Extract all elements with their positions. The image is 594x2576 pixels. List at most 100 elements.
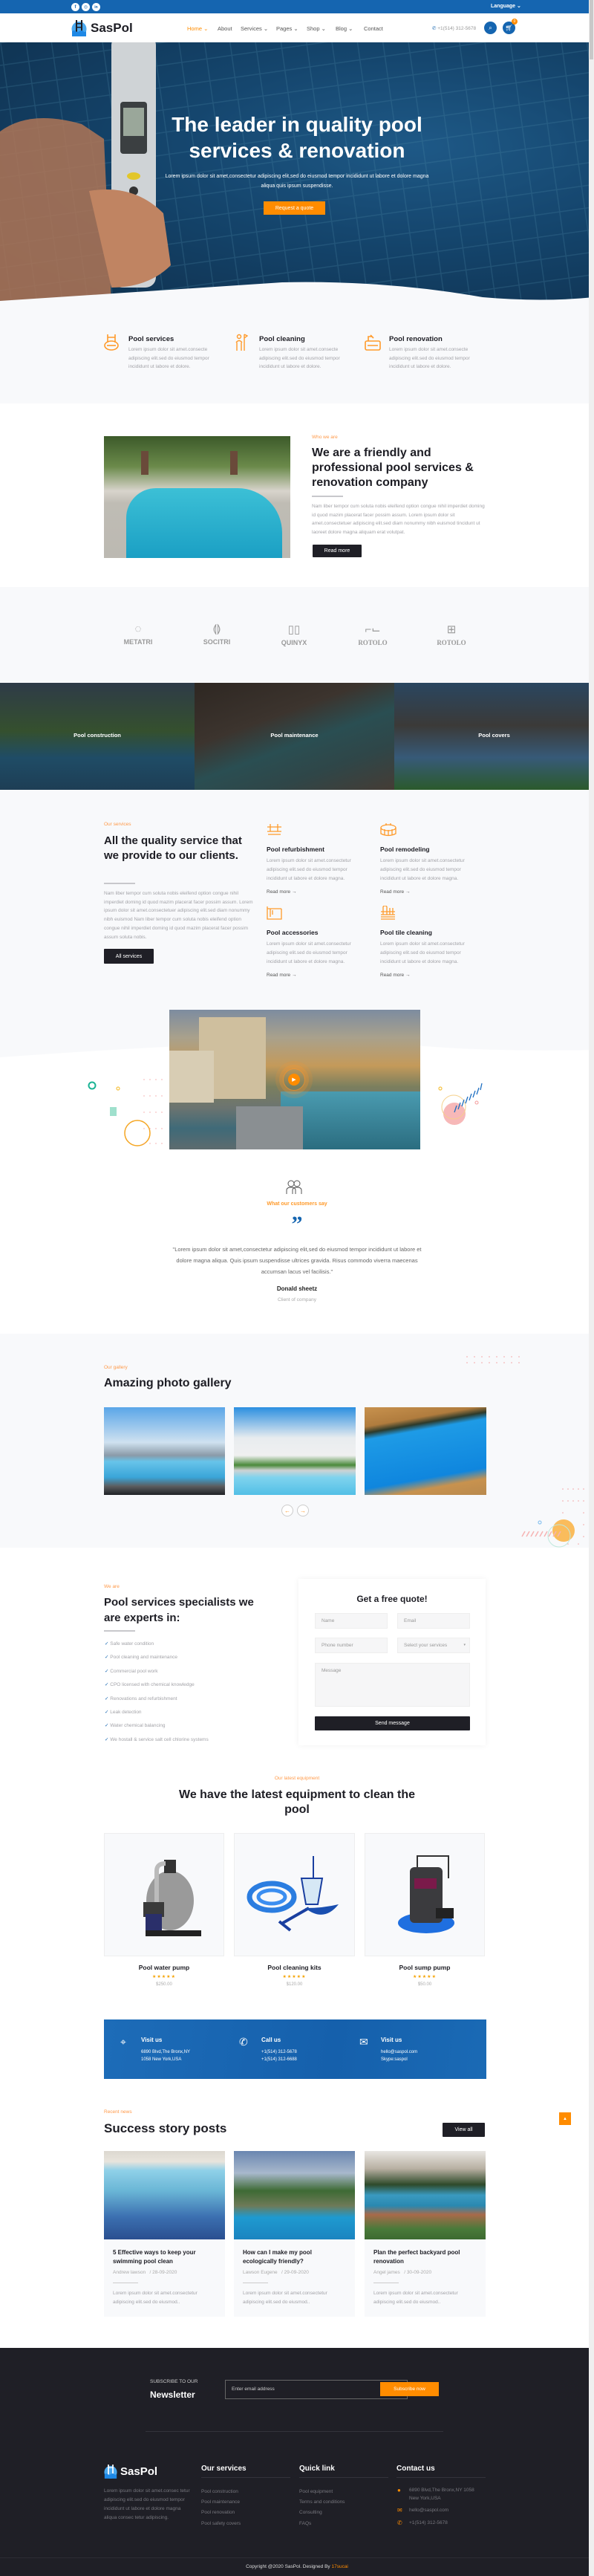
brand-logo[interactable]: ⊞ ROTOLO (422, 623, 481, 646)
arrow-right-icon: → (300, 1507, 306, 1514)
brand-logo[interactable]: ⟬⟭ SOCITRI (187, 623, 247, 646)
footer-link[interactable]: Pool maintenance (201, 2497, 241, 2508)
gallery-corner-decoration (521, 1488, 584, 1548)
service-text: Lorem ipsum dolor sit amet.consectetur a… (267, 941, 351, 964)
brand-logo[interactable]: ⌐⌙ ROTOLO (343, 623, 402, 646)
services-label: Our services (104, 822, 131, 827)
language-label: Language (491, 4, 516, 9)
services-divider (104, 883, 135, 884)
search-icon: ⌕ (489, 24, 492, 31)
post-title[interactable]: 5 Effective ways to keep your swimming p… (113, 2248, 217, 2266)
designer-link[interactable]: 17sucai (331, 2564, 347, 2569)
service-read-more-link[interactable]: Read more → (380, 973, 410, 978)
nav-phone[interactable]: ✆ +1(514) 312-5678 (432, 25, 476, 31)
service-read-more-link[interactable]: Read more → (267, 889, 296, 895)
scroll-to-top-button[interactable]: ▲ (559, 2112, 571, 2125)
cart-icon: 🛒︎ (505, 25, 513, 31)
brand-logo[interactable]: ▯▯ QUINYX (264, 623, 324, 646)
nav-shop[interactable]: Shop ⌄ (307, 25, 326, 32)
product-image[interactable] (365, 1833, 485, 1956)
nav-home[interactable]: Home ⌄ (187, 25, 208, 32)
panel-pool-construction[interactable]: Pool construction (0, 683, 195, 790)
phone-input[interactable]: Phone number (315, 1638, 388, 1653)
scrollbar-thumb[interactable] (590, 0, 593, 59)
testimonial-quote: "Lorem ipsum dolor sit amet,consectetur … (172, 1246, 422, 1275)
gallery-next-button[interactable]: → (297, 1505, 309, 1516)
message-textarea[interactable]: Message (315, 1663, 470, 1707)
feature-title: Pool renovation (389, 335, 443, 343)
view-all-button[interactable]: View all (443, 2123, 485, 2137)
panel-pool-maintenance[interactable]: Pool maintenance (195, 683, 394, 790)
footer-logo[interactable]: SasPol (104, 2464, 157, 2479)
product-price: $250.00 (156, 1982, 172, 1987)
nav-pages[interactable]: Pages ⌄ (276, 25, 298, 32)
gallery-prev-button[interactable]: ← (281, 1505, 293, 1516)
gallery-image[interactable] (104, 1407, 225, 1495)
service-text: Lorem ipsum dolor sit amet.consectetur a… (380, 941, 465, 964)
play-video-button[interactable]: ▶ (283, 1068, 305, 1091)
renovation-icon (365, 334, 381, 351)
product-name[interactable]: Pool water pump (104, 1964, 224, 1971)
subscribe-button[interactable]: Subscribe now (380, 2382, 439, 2396)
panel-label: Pool maintenance (270, 732, 319, 739)
instagram-icon[interactable]: ◎ (82, 3, 90, 11)
product-image[interactable] (104, 1833, 224, 1956)
footer-link[interactable]: Pool construction (201, 2487, 241, 2497)
list-item: ✓ Renovations and refurbishment (105, 1696, 177, 1701)
feature-title: Pool cleaning (259, 335, 305, 343)
nav-about[interactable]: About (218, 25, 232, 32)
logo[interactable]: SasPol (71, 19, 133, 36)
all-services-button[interactable]: All services (104, 949, 154, 964)
linkedin-icon[interactable]: in (92, 3, 100, 11)
contact-title: Call us (261, 2037, 281, 2043)
hero-wave (0, 282, 594, 302)
nav-blog[interactable]: Blog ⌄ (336, 25, 353, 32)
nav-services[interactable]: Services ⌄ (241, 25, 268, 32)
email-input[interactable]: Email (397, 1613, 470, 1629)
gallery-image[interactable] (365, 1407, 486, 1495)
product-image[interactable] (234, 1833, 355, 1956)
about-read-more-button[interactable]: Read more (313, 545, 362, 557)
product-name[interactable]: Pool cleaning kits (234, 1964, 355, 1971)
news-title: Success story posts (104, 2121, 227, 2135)
nav-contact[interactable]: Contact (364, 25, 383, 32)
footer-link[interactable]: Pool safety covers (201, 2519, 241, 2529)
search-button[interactable]: ⌕ (484, 22, 497, 34)
gallery-image[interactable] (234, 1407, 356, 1495)
product-name[interactable]: Pool sump pump (365, 1964, 485, 1971)
footer-link[interactable]: Pool renovation (201, 2508, 241, 2518)
send-message-button[interactable]: Send message (315, 1716, 470, 1730)
footer-link[interactable]: Pool equipment (299, 2487, 345, 2497)
footer-link[interactable]: FAQs (299, 2519, 345, 2529)
footer-phone[interactable]: +1(514) 312-5678 (409, 2520, 448, 2525)
hero-title: The leader in quality pool services & ren… (172, 113, 422, 162)
language-selector[interactable]: Language ⌄ (491, 3, 521, 9)
footer-link[interactable]: Consulting (299, 2508, 345, 2518)
service-select[interactable]: Select your services ▾ (397, 1638, 470, 1653)
footer-link[interactable]: Terms and conditions (299, 2497, 345, 2508)
services-title: All the quality service that we provide … (104, 834, 242, 862)
contact-lines: 6890 Blvd,The Bronx,NY 1058 New York,USA (141, 2050, 191, 2062)
copyright: Copyright @2020 SasPol. Designed By 17su… (246, 2564, 348, 2569)
brand-logo[interactable]: ◌ METATRI (108, 623, 168, 646)
arrow-left-icon: ← (284, 1507, 290, 1514)
service-read-more-link[interactable]: Read more → (380, 889, 410, 895)
scrollbar[interactable] (589, 0, 594, 2576)
testimonial-label: What our customers say (267, 1201, 327, 1207)
post-image[interactable] (104, 2151, 225, 2239)
footer: SUBSCRIBE TO OUR Newsletter Enter email … (0, 2348, 594, 2576)
star-rating: ★★★★★ (282, 1975, 307, 1979)
facebook-icon[interactable]: f (71, 3, 79, 11)
name-input[interactable]: Name (315, 1613, 388, 1629)
request-quote-button[interactable]: Request a quote (264, 201, 325, 215)
post-title[interactable]: Plan the perfect backyard pool renovatio… (373, 2248, 477, 2266)
footer-email[interactable]: hello@saspol.com (409, 2508, 448, 2513)
post-image[interactable] (365, 2151, 486, 2239)
service-read-more-link[interactable]: Read more → (267, 973, 296, 978)
post-title[interactable]: How can I make my pool ecologically frie… (243, 2248, 347, 2266)
post-image[interactable] (234, 2151, 355, 2239)
panel-pool-covers[interactable]: Pool covers (394, 683, 594, 790)
caret-down-icon: ▾ (463, 1643, 466, 1647)
list-item: ✓ We hostall & service salt cell chlorin… (105, 1736, 209, 1742)
map-pin-icon: ⌖ (120, 2036, 126, 2048)
